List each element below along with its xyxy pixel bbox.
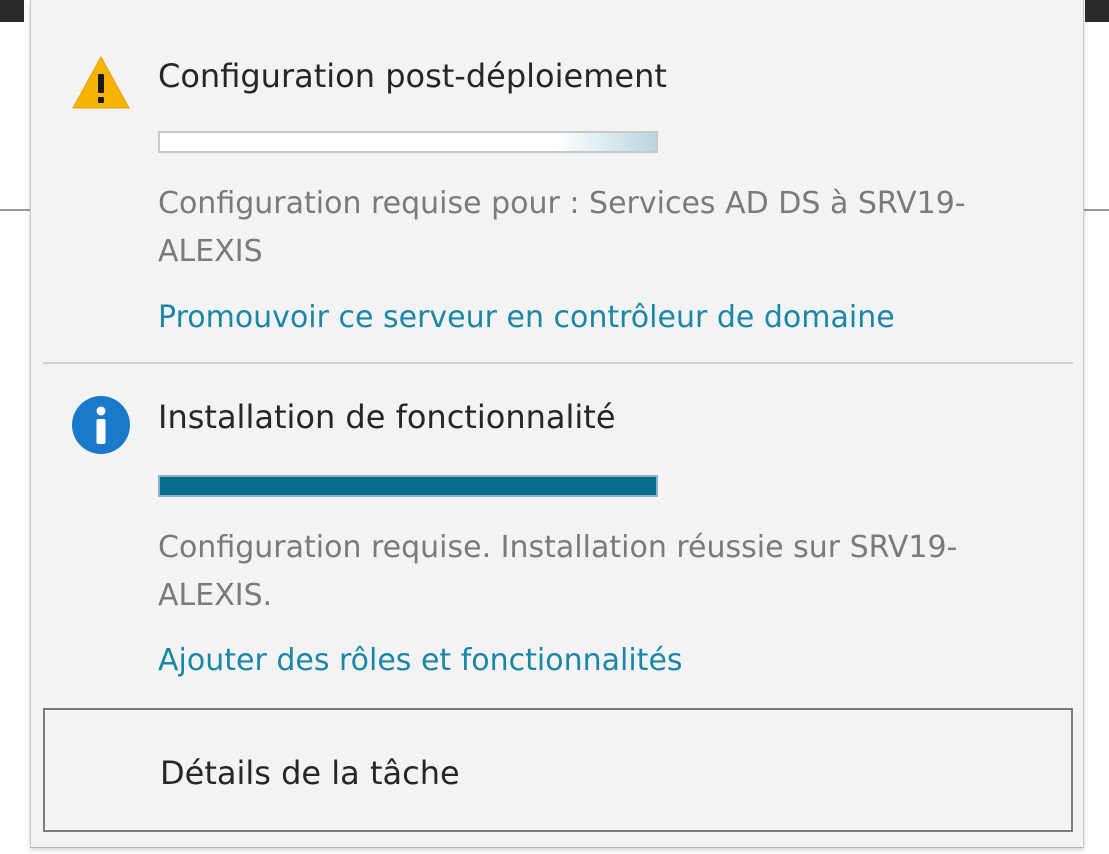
warning-icon bbox=[71, 55, 131, 110]
progress-fill bbox=[160, 133, 656, 151]
promote-domain-controller-link[interactable]: Promouvoir ce serveur en contrôleur de d… bbox=[158, 300, 895, 335]
info-icon bbox=[71, 395, 131, 455]
progress-fill bbox=[160, 477, 656, 495]
progress-bar bbox=[158, 475, 658, 497]
task-details-label: Détails de la tâche bbox=[160, 754, 460, 792]
notification-title: Configuration post-déploiement bbox=[158, 57, 667, 95]
screen: Configuration post-déploiement Configura… bbox=[0, 0, 1109, 854]
background-window-edge bbox=[0, 0, 24, 22]
notification-title: Installation de fonctionnalité bbox=[158, 398, 616, 436]
notification-post-deployment: Configuration post-déploiement Configura… bbox=[31, 0, 1083, 363]
notification-feature-installation: Installation de fonctionnalité Configura… bbox=[31, 364, 1083, 708]
background-divider bbox=[0, 209, 34, 211]
task-details-button[interactable]: Détails de la tâche bbox=[43, 708, 1073, 832]
progress-bar bbox=[158, 131, 658, 153]
notifications-flyout: Configuration post-déploiement Configura… bbox=[30, 0, 1084, 848]
background-window-edge bbox=[1085, 0, 1109, 22]
notification-description: Configuration requise pour : Services AD… bbox=[158, 186, 966, 269]
add-roles-features-link[interactable]: Ajouter des rôles et fonctionnalités bbox=[158, 643, 683, 678]
notification-description: Configuration requise. Installation réus… bbox=[158, 530, 958, 613]
